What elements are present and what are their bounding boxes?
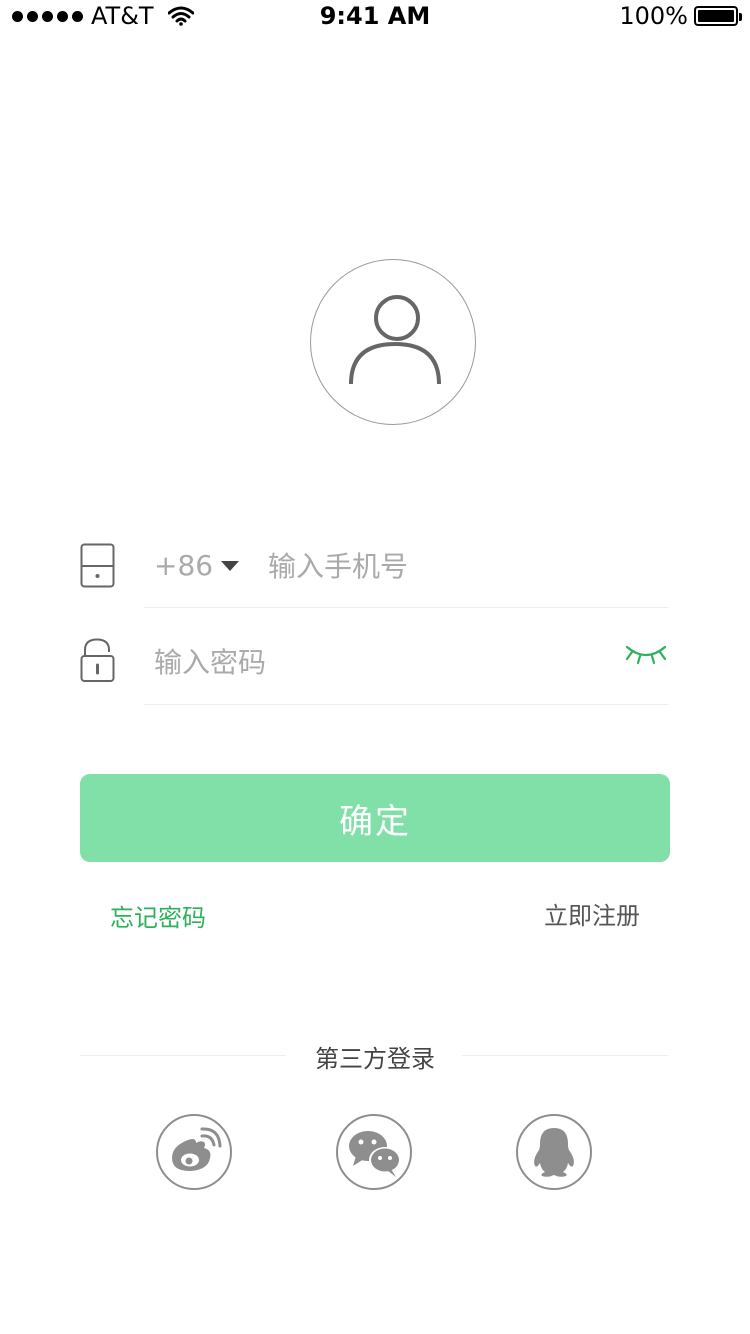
status-right: 100% xyxy=(619,2,742,30)
phone-input[interactable] xyxy=(268,546,658,586)
wechat-login-button[interactable] xyxy=(336,1114,412,1190)
register-link[interactable]: 立即注册 xyxy=(544,896,640,931)
dropdown-caret-icon[interactable] xyxy=(220,560,240,572)
qq-login-button[interactable] xyxy=(516,1114,592,1190)
eye-closed-icon[interactable] xyxy=(624,641,668,665)
lock-icon xyxy=(80,638,115,682)
password-input[interactable] xyxy=(154,642,594,682)
avatar[interactable] xyxy=(310,259,476,425)
wechat-icon xyxy=(349,1131,401,1177)
confirm-button[interactable]: 确定 xyxy=(80,774,670,862)
third-party-title: 第三方登录 xyxy=(315,1045,435,1073)
weibo-login-button[interactable] xyxy=(156,1114,232,1190)
battery-percent: 100% xyxy=(619,2,688,30)
weibo-icon xyxy=(172,1127,222,1171)
status-bar: AT&T 9:41 AM 100% xyxy=(0,0,750,32)
avatar-icon xyxy=(349,295,441,385)
country-code-selector[interactable]: +86 xyxy=(154,548,213,584)
forgot-password-link[interactable]: 忘记密码 xyxy=(110,898,206,933)
divider xyxy=(144,607,668,608)
qq-icon xyxy=(534,1128,574,1177)
phone-icon xyxy=(80,543,115,588)
divider xyxy=(462,1055,668,1056)
battery-icon xyxy=(694,6,742,26)
divider xyxy=(144,704,668,705)
